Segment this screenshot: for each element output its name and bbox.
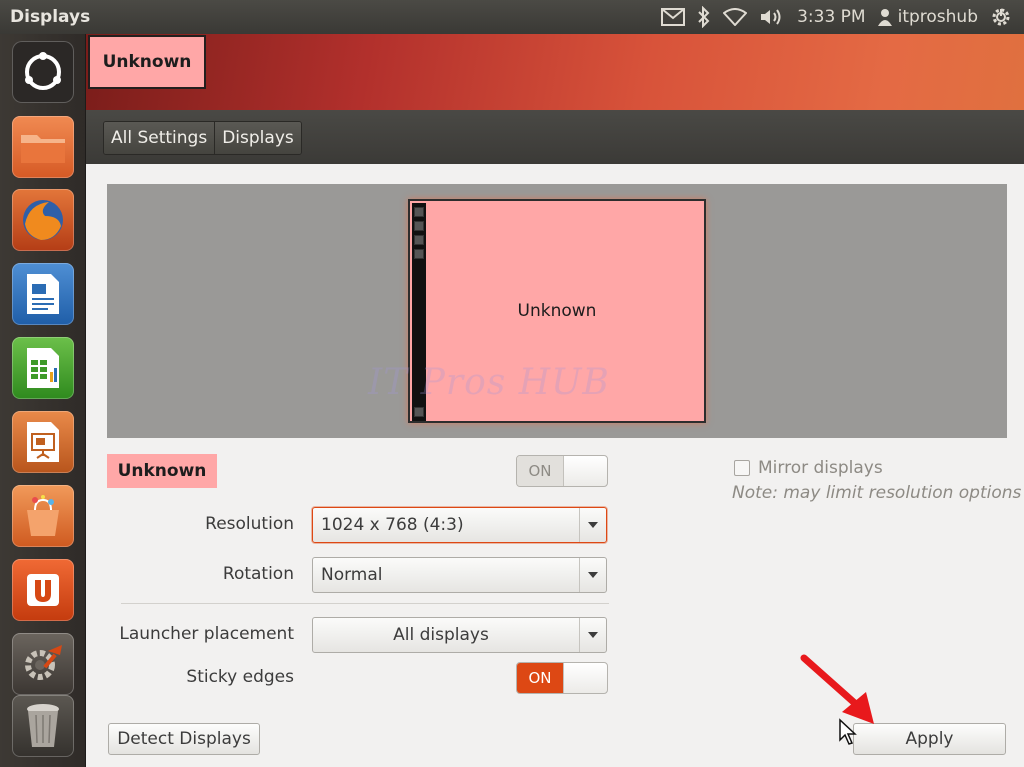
display-tab[interactable]: Unknown: [88, 35, 206, 89]
user-icon: [877, 9, 892, 26]
breadcrumb-all-settings[interactable]: All Settings: [104, 122, 216, 154]
sticky-edges-label: Sticky edges: [186, 667, 294, 687]
resolution-select[interactable]: 1024 x 768 (4:3): [312, 507, 607, 543]
launcher-placement-label: Launcher placement: [119, 624, 294, 644]
mirror-displays-checkbox[interactable]: [734, 460, 750, 476]
launcher-placement-value: All displays: [393, 625, 489, 645]
mirror-displays-option[interactable]: Mirror displays: [734, 458, 883, 478]
separator: [121, 603, 609, 604]
firefox-icon[interactable]: [10, 188, 76, 252]
resolution-value: 1024 x 768 (4:3): [321, 515, 464, 535]
display-power-toggle-label: ON: [517, 456, 563, 486]
dash-home-icon[interactable]: [10, 40, 76, 104]
watermark: IT Pros HUB: [368, 362, 610, 403]
launcher-placement-select[interactable]: All displays: [312, 617, 607, 653]
resolution-label: Resolution: [205, 514, 294, 534]
toggle-knob: [563, 663, 607, 693]
volume-icon[interactable]: [759, 7, 785, 27]
wifi-icon[interactable]: [723, 8, 748, 26]
monitor-label: Unknown: [517, 301, 597, 321]
chevron-down-icon: [579, 558, 606, 592]
files-folder-icon[interactable]: [10, 115, 76, 179]
breadcrumb: All Settings Displays: [103, 121, 302, 155]
launcher: [0, 34, 86, 767]
indicator-area: 3:33 PM itproshub: [661, 6, 1012, 28]
rotation-value: Normal: [321, 565, 383, 585]
trash-icon[interactable]: [10, 694, 76, 758]
user-name: itproshub: [897, 7, 978, 27]
software-center-icon[interactable]: [10, 484, 76, 548]
breadcrumb-displays[interactable]: Displays: [215, 122, 301, 154]
toggle-knob: [563, 456, 607, 486]
ubuntu-one-icon[interactable]: [10, 558, 76, 622]
window-title: Displays: [10, 7, 91, 27]
sticky-edges-toggle[interactable]: ON: [516, 662, 608, 694]
bluetooth-icon[interactable]: [697, 6, 711, 28]
rotation-select[interactable]: Normal: [312, 557, 607, 593]
sticky-edges-toggle-label: ON: [517, 663, 563, 693]
mouse-cursor-icon: [839, 718, 857, 745]
calc-icon[interactable]: [10, 336, 76, 400]
display-power-toggle[interactable]: ON: [516, 455, 608, 487]
writer-icon[interactable]: [10, 262, 76, 326]
mirror-note: Note: may limit resolution options: [732, 483, 1022, 503]
mirror-displays-label: Mirror displays: [758, 458, 883, 478]
power-gear-icon[interactable]: [990, 6, 1012, 28]
impress-icon[interactable]: [10, 410, 76, 474]
detect-displays-button[interactable]: Detect Displays: [108, 723, 260, 755]
clock[interactable]: 3:33 PM: [797, 7, 866, 27]
mail-icon[interactable]: [661, 8, 686, 26]
user-menu[interactable]: itproshub: [877, 7, 978, 27]
header-band: [86, 34, 1024, 110]
rotation-label: Rotation: [222, 564, 294, 584]
chevron-down-icon: [579, 618, 606, 652]
system-settings-icon[interactable]: [10, 632, 76, 696]
top-panel: Displays 3:33 PM itproshub: [0, 0, 1024, 34]
display-name-label: Unknown: [107, 454, 217, 488]
chevron-down-icon: [579, 508, 606, 542]
